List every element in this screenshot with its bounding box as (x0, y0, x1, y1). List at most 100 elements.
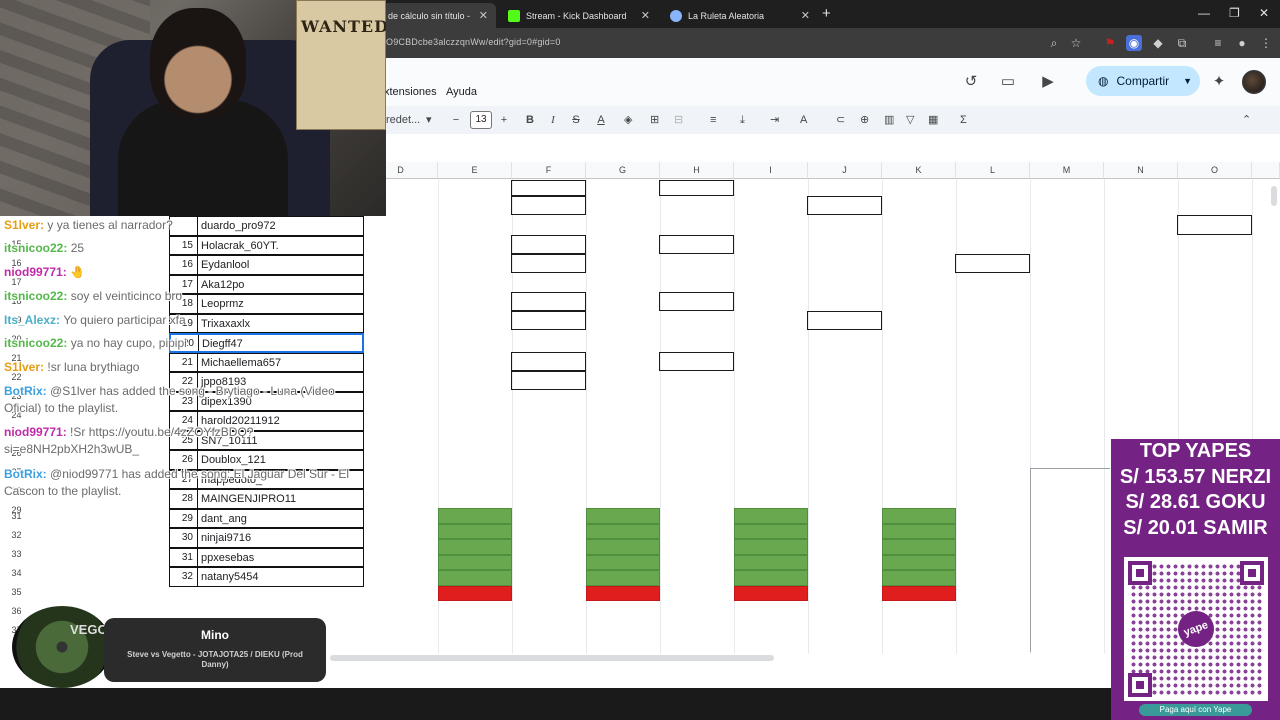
qr-finder (1240, 561, 1264, 585)
meet-icon[interactable]: ▶ (1038, 72, 1058, 92)
zoom-icon[interactable]: ⌕ (1046, 35, 1062, 51)
maximize-icon[interactable]: ❐ (1229, 6, 1240, 20)
new-tab-button[interactable]: + (822, 5, 831, 22)
bold-button[interactable]: B (524, 112, 536, 128)
row-header[interactable]: 31 (0, 507, 33, 526)
table-row[interactable]: 29 dant_ang (169, 508, 364, 528)
bar-segment (586, 523, 660, 539)
column-header[interactable]: N (1104, 162, 1178, 179)
column-header[interactable]: K (882, 162, 956, 179)
bracket-cell[interactable] (659, 180, 734, 196)
tab-ruleta[interactable]: La Ruleta Aleatoria ✕ (662, 3, 818, 28)
column-header[interactable]: I (734, 162, 808, 179)
bar-segment-red (438, 585, 512, 601)
decrease-font-button[interactable]: − (450, 112, 462, 128)
column-header[interactable]: M (1030, 162, 1104, 179)
history-icon[interactable]: ↺ (961, 72, 981, 92)
minimize-icon[interactable]: — (1198, 6, 1210, 20)
text-rotation-icon[interactable]: A (800, 112, 807, 128)
filter-icon[interactable]: ▽ (906, 112, 914, 128)
profile-icon[interactable]: ● (1234, 35, 1250, 51)
window-close-icon[interactable]: ✕ (1259, 6, 1269, 20)
row-header[interactable]: 32 (0, 526, 33, 545)
comment-icon[interactable]: ⊕ (860, 112, 869, 128)
gemini-icon[interactable]: ✦ (1209, 72, 1229, 92)
media-icon[interactable]: ≡ (1210, 35, 1226, 51)
bracket-cell[interactable] (511, 196, 586, 215)
strikethrough-button[interactable]: S (570, 112, 582, 128)
bracket-cell[interactable] (511, 180, 586, 196)
qr-code[interactable]: yape (1124, 557, 1268, 701)
bracket-cell[interactable] (511, 292, 586, 311)
merge-cells-icon[interactable]: ⊟ (674, 112, 683, 128)
close-icon[interactable]: ✕ (801, 9, 810, 22)
align-vertical-icon[interactable]: ⤓ (740, 112, 745, 128)
tab-kick-dashboard[interactable]: Stream - Kick Dashboard ✕ (500, 3, 658, 28)
functions-button[interactable]: Σ (960, 112, 967, 128)
column-header[interactable]: F (512, 162, 586, 179)
column-header[interactable]: G (586, 162, 660, 179)
column-header[interactable]: E (438, 162, 512, 179)
increase-font-button[interactable]: + (498, 112, 510, 128)
share-button[interactable]: ◍ Compartir ▼ (1086, 66, 1200, 96)
menu-extensions[interactable]: xtensiones (384, 86, 437, 98)
filter-views-icon[interactable]: ▦ (928, 112, 938, 128)
url-text[interactable]: O9CBDcbe3alczzqnWw/edit?gid=0#gid=0 (386, 37, 561, 47)
chevron-down-icon[interactable]: ▼ (1183, 76, 1192, 86)
bracket-cell[interactable] (511, 371, 586, 390)
menu-help[interactable]: Ayuda (446, 86, 477, 98)
bracket-cell[interactable] (659, 352, 734, 371)
column-header[interactable]: H (660, 162, 734, 179)
table-row[interactable]: 32 natany5454 (169, 567, 364, 587)
table-row[interactable]: 30 ninjai9716 (169, 528, 364, 548)
column-header[interactable]: O (1178, 162, 1252, 179)
extension-icon[interactable]: ⚑ (1102, 35, 1118, 51)
avatar[interactable] (1242, 70, 1266, 94)
row-header[interactable]: 34 (0, 564, 33, 583)
chevron-down-icon[interactable]: ▾ (426, 112, 432, 128)
bracket-cell[interactable] (807, 311, 882, 330)
bracket-cell[interactable] (511, 311, 586, 330)
column-header[interactable] (1252, 162, 1280, 179)
vertical-scrollbar[interactable] (1271, 186, 1277, 206)
table-row[interactable]: 31 ppxesebas (169, 547, 364, 567)
horizontal-scrollbar[interactable] (330, 655, 774, 661)
borders-icon[interactable]: ⊞ (650, 112, 659, 128)
column-header[interactable]: L (956, 162, 1030, 179)
extension-icon[interactable]: ◆ (1150, 35, 1166, 51)
puzzle-icon[interactable]: ⧉ (1174, 35, 1190, 51)
yape-pay-button[interactable]: Paga aquí con Yape (1139, 704, 1252, 716)
browser-menu-icon[interactable]: ⋮ (1258, 35, 1274, 51)
row-header[interactable]: 33 (0, 545, 33, 564)
chat-username: itsnicoo22: (4, 336, 68, 350)
font-size-input[interactable]: 13 (470, 111, 492, 129)
align-horizontal-icon[interactable]: ≡ (710, 112, 716, 128)
bracket-cell[interactable] (955, 254, 1030, 273)
bracket-cell[interactable] (511, 235, 586, 254)
comments-icon[interactable]: ▭ (998, 72, 1018, 92)
tab-sheets[interactable]: de cálculo sin título - Hoja ✕ (380, 3, 496, 28)
bar-segment (586, 554, 660, 570)
column-header[interactable]: J (808, 162, 882, 179)
close-icon[interactable]: ✕ (479, 9, 488, 22)
bracket-cell[interactable] (511, 254, 586, 273)
album-art (12, 606, 112, 688)
bracket-cell[interactable] (659, 235, 734, 254)
bracket-cell[interactable] (1177, 215, 1252, 235)
collapse-toolbar-icon[interactable]: ⌃ (1242, 112, 1251, 128)
bracket-cell[interactable] (511, 352, 586, 371)
bracket-cell[interactable] (659, 292, 734, 311)
extension-icon[interactable]: ◉ (1126, 35, 1142, 51)
link-icon[interactable]: ⊂ (836, 112, 845, 128)
bracket-cell[interactable] (807, 196, 882, 215)
bookmark-star-icon[interactable]: ☆ (1068, 35, 1084, 51)
chart-icon[interactable]: ▥ (884, 112, 894, 128)
text-wrap-icon[interactable]: ⇥ (770, 112, 779, 128)
italic-button[interactable]: I (547, 112, 559, 128)
fill-color-icon[interactable]: ◈ (624, 112, 632, 128)
donation-entry: S/ 28.61 GOKU (1125, 491, 1266, 513)
bar-segment (586, 570, 660, 586)
close-icon[interactable]: ✕ (641, 9, 650, 22)
text-color-button[interactable]: A (595, 112, 607, 128)
row-header[interactable]: 35 (0, 583, 33, 602)
